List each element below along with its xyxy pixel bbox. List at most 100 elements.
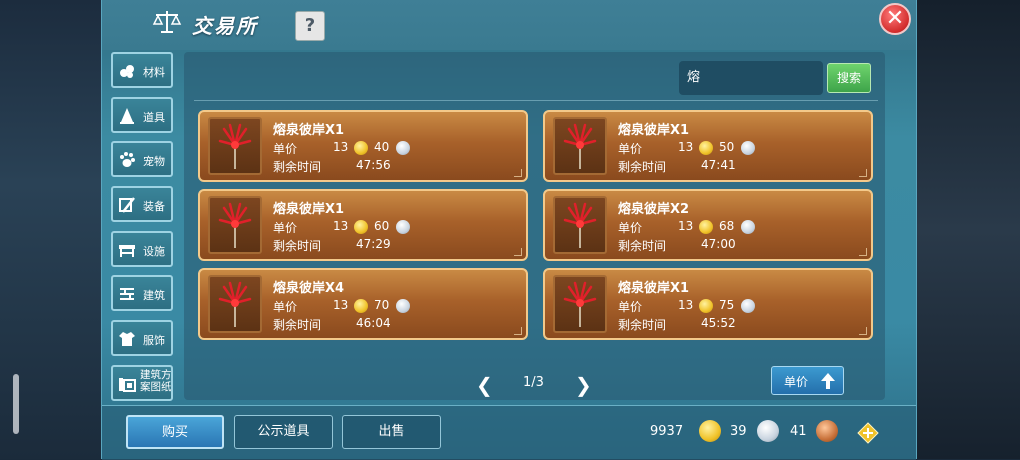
time-left-label: 剩余时间: [273, 239, 322, 253]
price-label: 单价: [273, 221, 298, 235]
category-label: 服饰: [143, 334, 165, 348]
category-blueprints[interactable]: 建筑方案图纸: [111, 364, 173, 401]
card-corner-marker: [859, 327, 867, 335]
clothing-icon: [119, 332, 135, 347]
silver-coin-icon: [396, 299, 410, 313]
price-silver: 40: [374, 140, 390, 154]
card-corner-marker: [514, 169, 522, 177]
help-button[interactable]: ?: [295, 11, 325, 41]
price-silver: 50: [719, 140, 735, 154]
price-gold: 13: [678, 219, 694, 233]
category-sidebar: 材料 道具 宠物 装备 设施 建筑 服饰 建筑方案图纸: [111, 52, 177, 410]
listing-card[interactable]: 熔泉彼岸X2 单价 13 68 剩余时间 47:00: [543, 189, 873, 261]
time-left-value: 46:04: [356, 316, 391, 330]
price-silver: 68: [719, 219, 735, 233]
silver-coin-icon: [741, 141, 755, 155]
search-button[interactable]: 搜索: [827, 63, 871, 93]
price-label: 单价: [618, 300, 643, 314]
listing-panel: 熔 搜索 熔泉彼岸X1 单价 13 40 剩余时间 47:56 熔泉彼岸X1 单价 13 50 剩余…: [184, 52, 885, 400]
scroll-handle[interactable]: [13, 374, 19, 434]
listing-card[interactable]: 熔泉彼岸X1 单价 13 75 剩余时间 45:52: [543, 268, 873, 340]
time-left-value: 45:52: [701, 316, 736, 330]
category-label: 设施: [143, 244, 165, 258]
gold-coin-icon: [699, 299, 713, 313]
equipment-icon: [119, 197, 135, 213]
category-label: 道具: [143, 110, 165, 124]
window-title: 交易所: [192, 14, 258, 38]
item-name: 熔泉彼岸X1: [273, 123, 345, 138]
gold-coin-icon: [699, 420, 721, 442]
silver-coin-icon: [757, 420, 779, 442]
sort-unit-price-button[interactable]: 单价: [771, 366, 844, 395]
next-page-button[interactable]: ❯: [575, 373, 592, 397]
blueprint-icon: [119, 377, 136, 392]
silver-coin-icon: [396, 220, 410, 234]
category-label: 材料: [143, 66, 165, 79]
close-button[interactable]: ✕: [879, 3, 911, 35]
category-pets[interactable]: 宠物: [111, 141, 173, 178]
red-spider-lily-icon: [218, 123, 252, 169]
prev-page-button[interactable]: ❮: [476, 373, 493, 397]
item-name: 熔泉彼岸X1: [618, 123, 690, 138]
price-gold: 13: [333, 140, 349, 154]
divider: [194, 100, 878, 101]
red-spider-lily-icon: [563, 202, 597, 248]
price-silver: 75: [719, 298, 735, 312]
silver-amount: 39: [730, 424, 747, 439]
category-label: 宠物: [143, 155, 165, 169]
silver-coin-icon: [741, 220, 755, 234]
copper-coin-icon: [816, 420, 838, 442]
category-materials[interactable]: 材料: [111, 52, 173, 88]
tab-public-items[interactable]: 公示道具: [234, 415, 333, 449]
price-silver: 70: [374, 298, 390, 312]
gold-coin-icon: [354, 141, 368, 155]
item-thumbnail: [553, 196, 607, 254]
red-spider-lily-icon: [218, 202, 252, 248]
time-left-label: 剩余时间: [618, 318, 667, 332]
tab-sell[interactable]: 出售: [342, 415, 441, 449]
time-left-label: 剩余时间: [273, 318, 322, 332]
listing-card[interactable]: 熔泉彼岸X1 单价 13 60 剩余时间 47:29: [198, 189, 528, 261]
time-left-value: 47:00: [701, 237, 736, 251]
add-currency-plus-icon[interactable]: [857, 422, 879, 444]
red-spider-lily-icon: [563, 123, 597, 169]
background-scene-right: [910, 0, 1020, 459]
copper-amount: 41: [790, 424, 807, 439]
search-input[interactable]: 熔: [679, 61, 823, 95]
item-name: 熔泉彼岸X2: [618, 202, 690, 217]
gold-coin-icon: [354, 299, 368, 313]
gold-coin-icon: [354, 220, 368, 234]
tab-buy[interactable]: 购买: [126, 415, 224, 449]
category-clothing[interactable]: 服饰: [111, 320, 173, 357]
silver-coin-icon: [741, 299, 755, 313]
listing-card[interactable]: 熔泉彼岸X1 单价 13 40 剩余时间 47:56: [198, 110, 528, 182]
category-items[interactable]: 道具: [111, 96, 173, 133]
price-label: 单价: [618, 221, 643, 235]
price-label: 单价: [273, 300, 298, 314]
category-facilities[interactable]: 设施: [111, 230, 173, 267]
silver-coin-icon: [396, 141, 410, 155]
category-buildings[interactable]: 建筑: [111, 275, 173, 312]
price-gold: 13: [678, 140, 694, 154]
category-equipment[interactable]: 装备: [111, 186, 173, 223]
sort-label: 单价: [784, 375, 809, 389]
time-left-label: 剩余时间: [618, 239, 667, 253]
gold-coin-icon: [699, 141, 713, 155]
item-thumbnail: [208, 196, 262, 254]
item-thumbnail: [208, 117, 262, 175]
listing-card[interactable]: 熔泉彼岸X1 单价 13 50 剩余时间 47:41: [543, 110, 873, 182]
item-name: 熔泉彼岸X4: [273, 281, 345, 296]
item-thumbnail: [553, 117, 607, 175]
materials-icon: [120, 65, 134, 78]
price-label: 单价: [618, 142, 643, 156]
time-left-value: 47:29: [356, 237, 391, 251]
price-gold: 13: [678, 298, 694, 312]
category-label: 建筑: [143, 289, 165, 303]
price-silver: 60: [374, 219, 390, 233]
listing-card[interactable]: 熔泉彼岸X4 单价 13 70 剩余时间 46:04: [198, 268, 528, 340]
time-left-label: 剩余时间: [273, 160, 322, 174]
item-thumbnail: [553, 275, 607, 333]
category-label: 建筑方案图纸: [140, 368, 172, 393]
item-name: 熔泉彼岸X1: [273, 202, 345, 217]
sort-arrow-icon: [821, 373, 835, 389]
